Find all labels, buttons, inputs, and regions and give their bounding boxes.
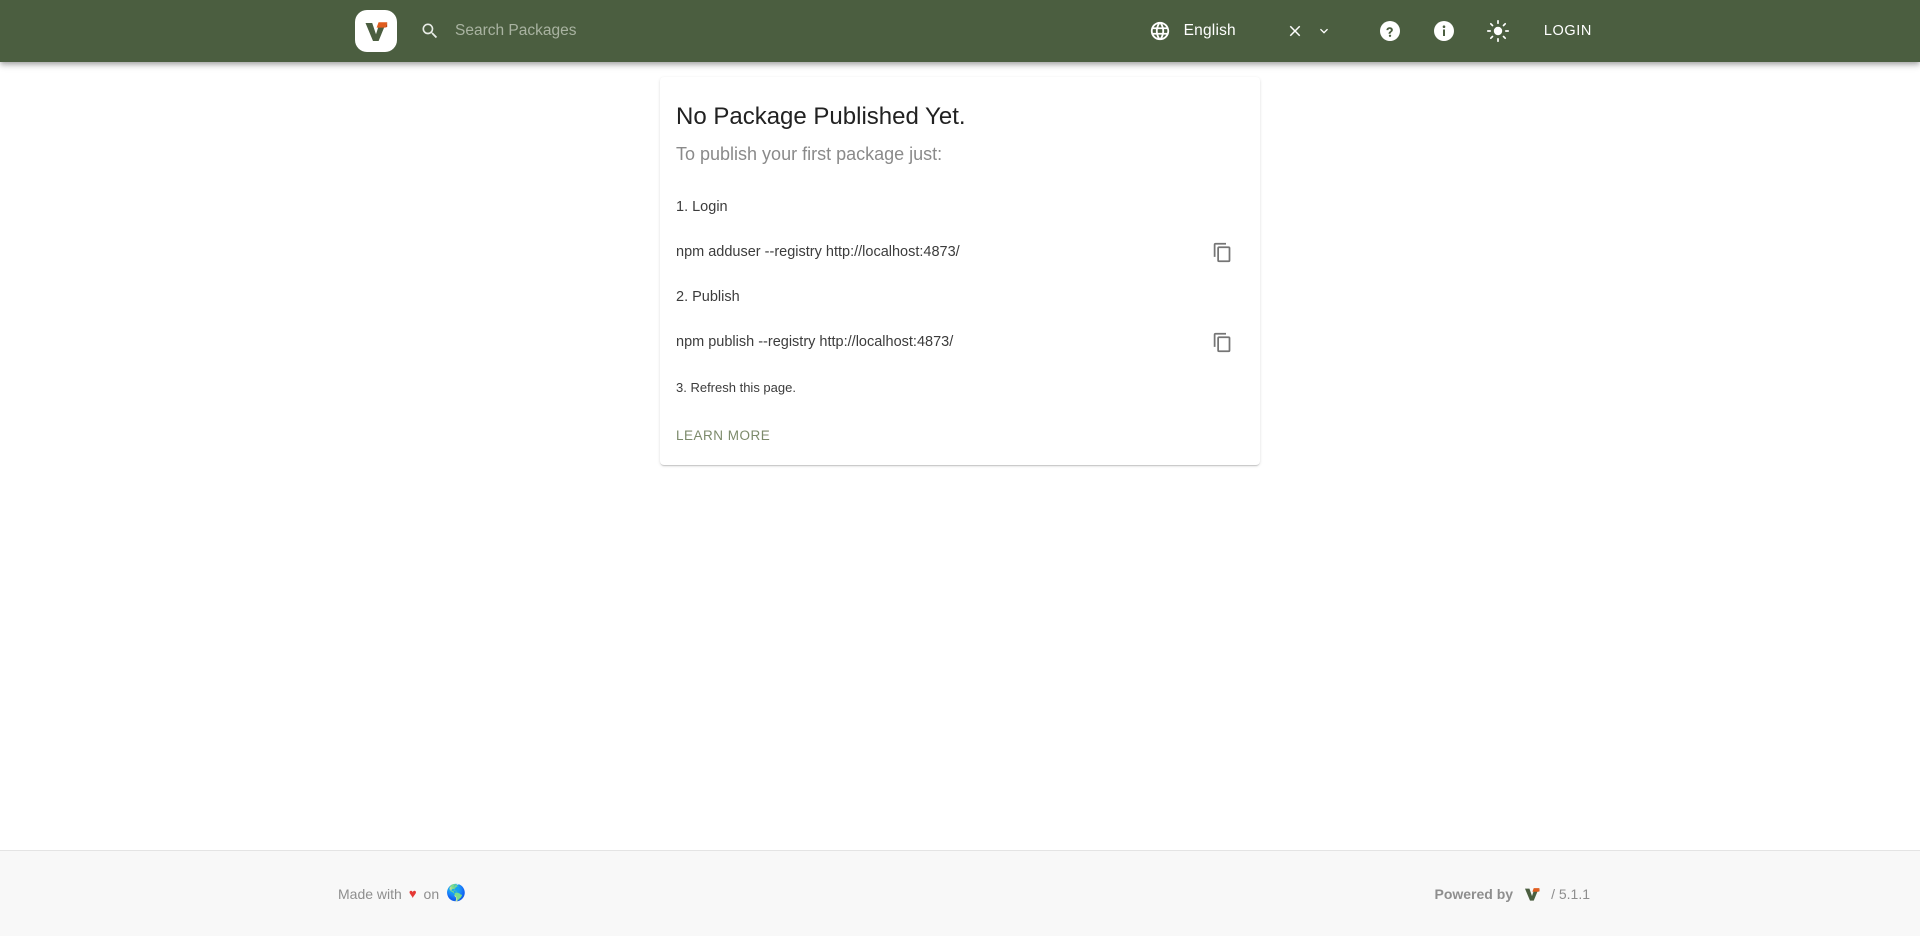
step-row: 3. Refresh this page. <box>676 373 1244 402</box>
verdaccio-logo-icon <box>1521 883 1543 905</box>
footer-made-with: Made with ♥ on 🌎 <box>338 884 467 902</box>
made-with-suffix: on <box>423 885 440 902</box>
language-selector[interactable]: English <box>1148 19 1334 43</box>
page-title: No Package Published Yet. <box>676 103 966 130</box>
main-content: No Package Published Yet. To publish you… <box>0 62 1920 850</box>
learn-more-wrap: LEARN MORE <box>676 426 1244 449</box>
footer-powered-by: Powered by / 5.1.1 <box>1434 883 1590 905</box>
copy-icon[interactable] <box>1210 241 1234 265</box>
step-row: 1. Login <box>676 193 1244 222</box>
command-text: npm publish --registry http://localhost:… <box>676 334 954 350</box>
page-subtitle: To publish your first package just: <box>676 144 943 165</box>
globe-icon[interactable] <box>1148 19 1172 43</box>
copy-icon[interactable] <box>1210 331 1234 355</box>
step-label: 1. Login <box>676 199 728 215</box>
no-package-card: No Package Published Yet. To publish you… <box>660 77 1260 466</box>
close-icon[interactable] <box>1284 20 1306 42</box>
verdaccio-logo-button[interactable] <box>355 10 397 52</box>
step-row: npm publish --registry http://localhost:… <box>676 328 1244 357</box>
login-button[interactable]: LOGIN <box>1536 17 1600 45</box>
search-icon <box>419 20 441 42</box>
version-label: / 5.1.1 <box>1551 885 1590 902</box>
chevron-down-icon[interactable] <box>1314 21 1334 41</box>
language-label[interactable]: English <box>1184 22 1236 40</box>
step-row: npm adduser --registry http://localhost:… <box>676 238 1244 267</box>
step-label: 3. Refresh this page. <box>676 380 796 396</box>
info-circle-icon[interactable] <box>1432 19 1456 43</box>
made-with-prefix: Made with <box>338 885 402 902</box>
heart-icon: ♥ <box>408 886 417 901</box>
step-label: 2. Publish <box>676 289 740 305</box>
app-header: English <box>0 0 1920 62</box>
header-actions: English LOGIN <box>1148 0 1920 62</box>
app-root: English <box>0 0 1920 936</box>
search-input[interactable] <box>455 11 1075 51</box>
help-circle-icon[interactable] <box>1378 19 1402 43</box>
search-bar[interactable] <box>419 11 1148 51</box>
earth-globe-icon: 🌎 <box>446 884 467 902</box>
command-text: npm adduser --registry http://localhost:… <box>676 244 960 260</box>
verdaccio-logo-icon <box>361 16 391 46</box>
step-row: 2. Publish <box>676 283 1244 312</box>
publish-steps: 1. Login npm adduser --registry http://l… <box>676 193 1244 402</box>
brightness-sun-icon[interactable] <box>1486 19 1510 43</box>
app-footer: Made with ♥ on 🌎 Powered by / 5.1.1 <box>0 850 1920 936</box>
learn-more-button[interactable]: LEARN MORE <box>676 426 770 445</box>
powered-by-label: Powered by <box>1434 885 1514 902</box>
